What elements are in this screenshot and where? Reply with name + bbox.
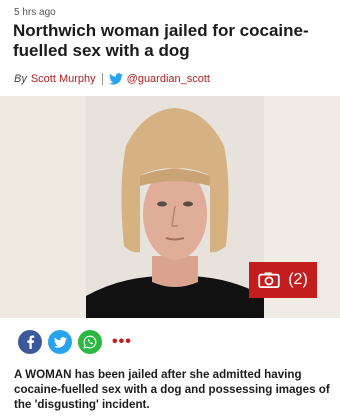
- portrait-image: [86, 96, 264, 318]
- share-whatsapp-button[interactable]: [78, 330, 102, 354]
- twitter-handle-link[interactable]: @guardian_scott: [127, 73, 210, 85]
- twitter-bird-icon: [53, 336, 67, 348]
- photo-blurred-left: [0, 96, 86, 318]
- article-timestamp: 5 hrs ago: [14, 7, 56, 18]
- byline-divider: [101, 73, 103, 85]
- whatsapp-icon: [83, 335, 97, 349]
- camera-icon: [258, 272, 280, 288]
- gallery-button[interactable]: (2): [249, 262, 317, 298]
- twitter-bird-icon: [108, 73, 123, 85]
- share-toolbar: •••: [18, 330, 132, 354]
- facebook-icon: [27, 335, 35, 349]
- article-byline: By Scott Murphy @guardian_scott: [14, 73, 210, 85]
- article-lede: A WOMAN has been jailed after she admitt…: [14, 368, 330, 411]
- author-link[interactable]: Scott Murphy: [31, 73, 96, 85]
- share-more-button[interactable]: •••: [112, 333, 132, 351]
- gallery-count: (2): [288, 271, 308, 288]
- share-facebook-button[interactable]: [18, 330, 42, 354]
- share-twitter-button[interactable]: [48, 330, 72, 354]
- article-headline: Northwich woman jailed for cocaine-fuell…: [13, 21, 309, 60]
- byline-prefix: By: [14, 73, 27, 85]
